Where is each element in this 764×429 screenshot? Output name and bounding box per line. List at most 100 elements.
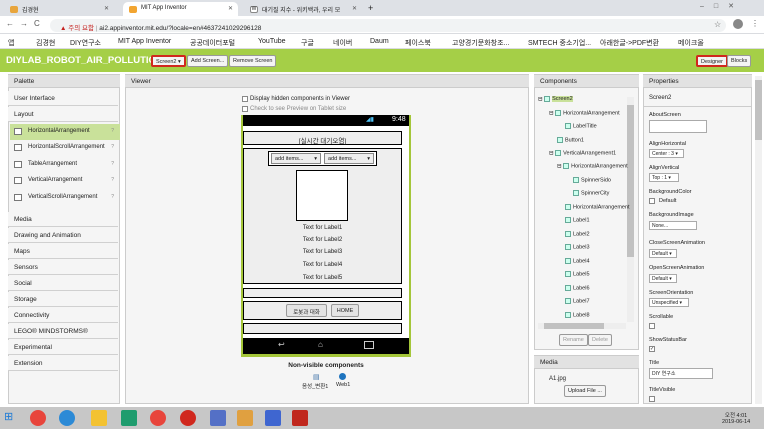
palette-item-horizontal[interactable]: HorizontalArrangement?: [10, 124, 120, 140]
nav-buttons[interactable]: ←→C: [6, 19, 46, 28]
chrome-taskbar-icon[interactable]: [30, 410, 46, 426]
horizontal-scrollbar[interactable]: [538, 323, 626, 329]
browser-tab-3[interactable]: W 대기질 지수 - 위키백과, 우리 모 ✕: [244, 2, 362, 16]
tree-item[interactable]: ⊟ HorizontalArrangement: [557, 163, 628, 169]
palette-item-hscroll[interactable]: HorizontalScrollArrangement?: [10, 140, 120, 156]
tablet-preview-checkbox[interactable]: [242, 106, 248, 112]
tree-item[interactable]: Label1: [565, 217, 590, 223]
palette-item-vscroll[interactable]: VerticalScrollArrangement?: [10, 190, 120, 206]
close-icon[interactable]: ✕: [228, 5, 233, 12]
category-sensors[interactable]: Sensors: [8, 260, 118, 275]
remove-screen-button[interactable]: Remove Screen: [229, 55, 277, 67]
tree-item[interactable]: Label3: [565, 244, 590, 250]
app6-taskbar-icon[interactable]: [265, 410, 281, 426]
tree-item[interactable]: Label7: [565, 298, 590, 304]
about-screen-input[interactable]: [649, 120, 707, 133]
help-icon[interactable]: ?: [111, 194, 114, 200]
avatar[interactable]: [733, 19, 743, 29]
align-h-select[interactable]: Center : 3 ▾: [649, 149, 684, 158]
taskbar-clock[interactable]: 오전 4:01 2019-06-14: [722, 411, 750, 425]
bg-color-value[interactable]: Default: [659, 198, 676, 204]
tree-item[interactable]: ⊟ HorizontalArrangement: [549, 110, 620, 116]
app3-taskbar-icon[interactable]: [180, 410, 196, 426]
tree-item[interactable]: Label2: [565, 231, 590, 237]
category-maps[interactable]: Maps: [8, 244, 118, 259]
menu-icon[interactable]: ⋮: [751, 19, 759, 28]
show-status-checkbox[interactable]: ✓: [649, 346, 655, 352]
orientation-select[interactable]: Unspecified ▾: [649, 298, 689, 307]
media-file[interactable]: A1.jpg: [549, 376, 566, 382]
app7-taskbar-icon[interactable]: [292, 410, 308, 426]
app5-taskbar-icon[interactable]: [237, 410, 253, 426]
text-to-speech-icon[interactable]: ▤: [313, 373, 320, 381]
tree-item[interactable]: Button1: [557, 137, 584, 143]
palette-item-vertical[interactable]: VerticalArrangement?: [10, 173, 120, 189]
bookmark-3[interactable]: MIT App Inventor: [118, 38, 171, 45]
blocks-button[interactable]: Blocks: [727, 55, 752, 67]
add-screen-button[interactable]: Add Screen...: [187, 55, 229, 67]
tree-item[interactable]: Label5: [565, 271, 590, 277]
help-icon[interactable]: ?: [111, 144, 114, 150]
tree-item[interactable]: ⊟ VerticalArrangement1: [549, 150, 616, 156]
title-label[interactable]: [실시간 대기오염]: [243, 131, 402, 145]
bookmark-youtube[interactable]: YouTube: [258, 38, 286, 45]
tree-item[interactable]: Label6: [565, 285, 590, 291]
browser-tab-2[interactable]: MIT App Inventor ✕: [123, 2, 238, 16]
title-input[interactable]: DIY 연구소: [649, 368, 713, 379]
bookmark-2[interactable]: DIY연구소: [70, 38, 101, 48]
app-taskbar-icon[interactable]: [121, 410, 137, 426]
ie-taskbar-icon[interactable]: [59, 410, 75, 426]
category-social[interactable]: Social: [8, 276, 118, 291]
align-v-select[interactable]: Top : 1 ▾: [649, 173, 679, 182]
hidden-components-checkbox[interactable]: [242, 96, 248, 102]
tree-item[interactable]: Label4: [565, 258, 590, 264]
help-icon[interactable]: ?: [111, 177, 114, 183]
app2-taskbar-icon[interactable]: [150, 410, 166, 426]
spinner-city[interactable]: add items... ▾: [324, 153, 374, 164]
bookmark-12[interactable]: 아래한글->PDF변환: [600, 38, 659, 48]
close-icon[interactable]: ✕: [352, 5, 357, 12]
bottom-arrangement[interactable]: [243, 323, 402, 334]
bookmark-6[interactable]: 구글: [301, 38, 314, 48]
tree-item[interactable]: Label8: [565, 312, 590, 318]
tree-item[interactable]: SpinnerSido: [573, 177, 611, 183]
screen-select[interactable]: Screen2 ▾: [151, 55, 186, 67]
explorer-taskbar-icon[interactable]: [91, 410, 107, 426]
bookmark-apps[interactable]: 앱: [8, 38, 14, 48]
color-swatch[interactable]: [649, 198, 655, 204]
category-drawing[interactable]: Drawing and Animation: [8, 228, 118, 243]
bookmark-13[interactable]: 메이크올: [678, 38, 704, 48]
open-anim-select[interactable]: Default ▾: [649, 274, 677, 283]
new-tab-button[interactable]: +: [368, 3, 373, 13]
bookmark-daum[interactable]: Daum: [370, 38, 389, 45]
robot-chat-button[interactable]: 로봇과 대화: [286, 304, 327, 317]
category-lego[interactable]: LEGO® MINDSTORMS®: [8, 324, 118, 339]
url-field[interactable]: ▲ 주의 요함 | ai2.appinventor.mit.edu/?local…: [50, 19, 726, 32]
bookmark-7[interactable]: 네이버: [333, 38, 352, 48]
close-icon[interactable]: ✕: [104, 5, 109, 12]
tree-screen2[interactable]: ⊟ Screen2: [538, 96, 573, 103]
category-media[interactable]: Media: [8, 212, 118, 227]
web-icon[interactable]: [339, 373, 346, 380]
category-experimental[interactable]: Experimental: [8, 340, 118, 355]
bookmark-11[interactable]: SMTECH 중소기업...: [528, 38, 591, 48]
category-user-interface[interactable]: User Interface: [8, 91, 118, 106]
spinner-sido[interactable]: add items... ▾: [271, 153, 321, 164]
star-icon[interactable]: ☆: [714, 20, 721, 29]
horizontal-arrangement-empty[interactable]: [243, 288, 402, 298]
bookmark-10[interactable]: 고양경기문화창조...: [452, 38, 509, 48]
category-extension[interactable]: Extension: [8, 356, 118, 371]
window-controls[interactable]: –□✕: [700, 2, 744, 10]
designer-button[interactable]: Designer: [696, 55, 729, 67]
bg-image-picker[interactable]: None...: [649, 221, 697, 230]
windows-start-icon[interactable]: ⊞: [4, 410, 13, 423]
tree-item[interactable]: LabelTitle: [565, 123, 597, 129]
category-storage[interactable]: Storage: [8, 292, 118, 307]
scrollable-checkbox[interactable]: [649, 323, 655, 329]
delete-button[interactable]: Delete: [588, 334, 612, 346]
upload-file-button[interactable]: Upload File ...: [564, 385, 606, 397]
help-icon[interactable]: ?: [111, 161, 114, 167]
rename-button[interactable]: Rename: [559, 334, 588, 346]
palette-item-table[interactable]: TableArrangement?: [10, 157, 120, 173]
image-placeholder[interactable]: [296, 170, 348, 221]
